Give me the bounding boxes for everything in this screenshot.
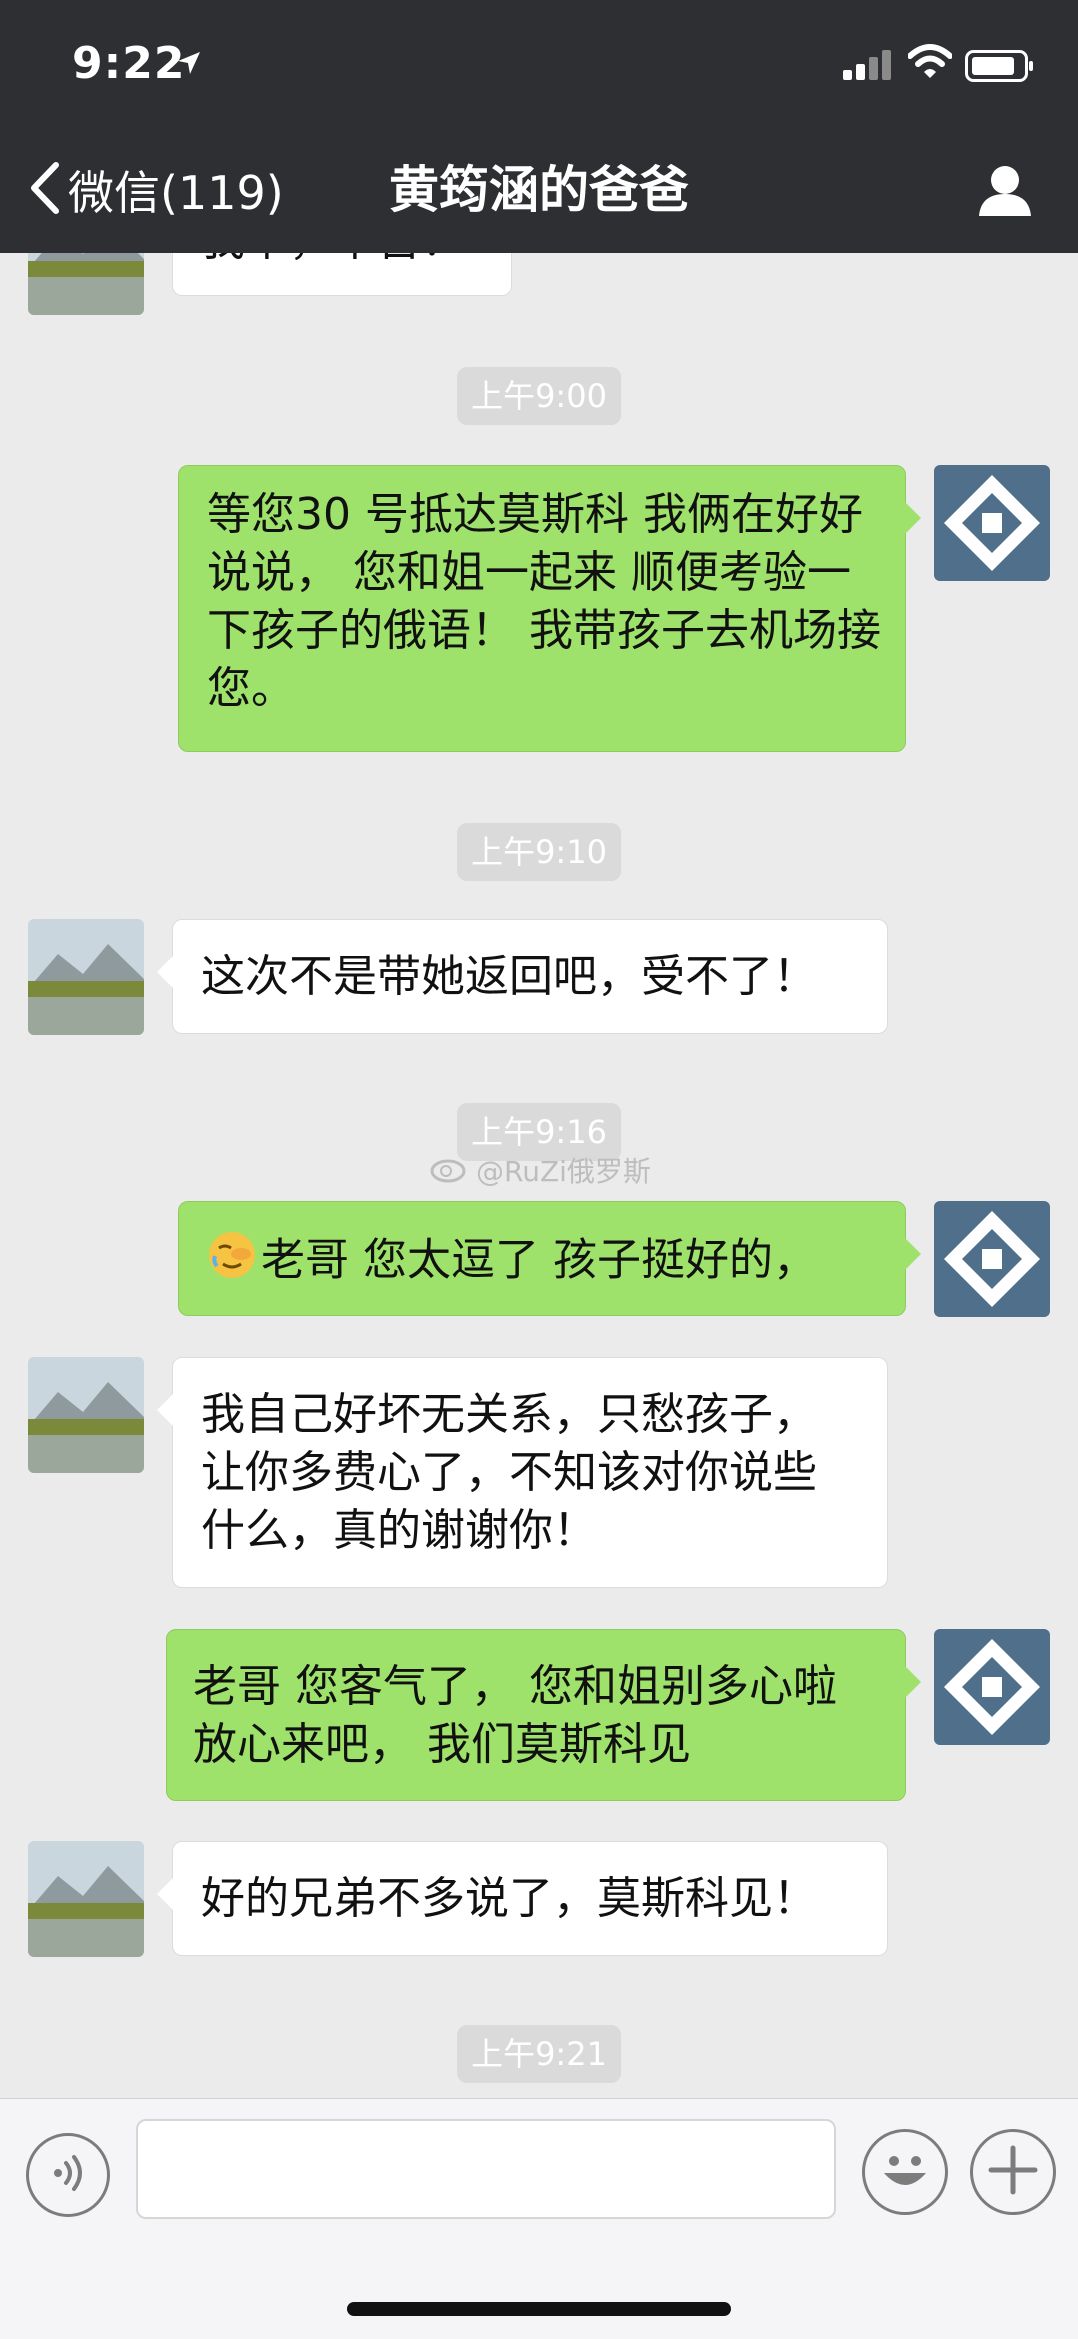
wifi-icon [907,44,953,84]
watermark-text: @RuZi俄罗斯 [476,1155,651,1188]
voice-icon [46,2151,90,2199]
message-text: 好的兄弟不多说了，莫斯科见！ [201,1873,817,1924]
message-bubble-outgoing[interactable]: 老哥 您客气了， 您和姐别多心啦 放心来吧， 我们莫斯科见 [166,1629,921,1801]
watermark: @RuZi俄罗斯 [430,1150,651,1190]
emoji-button[interactable] [862,2129,948,2215]
emoji-icon [870,2135,940,2209]
message-bubble-incoming[interactable]: 好的兄弟不多说了，莫斯科见！ [157,1841,888,1956]
message-input[interactable] [136,2119,836,2219]
message-text: 老哥 您客气了， 您和姐别多心啦 放心来吧， 我们莫斯科见 [193,1661,837,1770]
weibo-icon [430,1151,470,1190]
message-text: 我辛，辛苦！ [201,253,465,266]
message-bubble-incoming[interactable]: 我自己好坏无关系，只愁孩子，让你多费心了，不知该对你说些什么，真的谢谢你！ [157,1357,888,1588]
contact-avatar[interactable] [28,1357,144,1473]
contact-avatar[interactable] [28,253,144,315]
status-time: 9:22 [72,38,186,89]
home-indicator[interactable] [347,2302,731,2316]
message-text: 老哥 您太逗了 孩子挺好的， [261,1234,817,1286]
message-text: 这次不是带她返回吧，受不了！ [201,951,817,1002]
message-bubble-outgoing[interactable]: 老哥 您太逗了 孩子挺好的， [178,1201,921,1316]
my-avatar[interactable] [934,1629,1050,1745]
timestamp: 上午9:21 [457,2025,621,2083]
profile-button[interactable] [975,160,1035,224]
timestamp: 上午9:10 [457,823,621,881]
message-bubble-incoming[interactable]: 这次不是带她返回吧，受不了！ [157,919,888,1034]
profile-icon [975,166,1035,224]
timestamp: 上午9:00 [457,367,621,425]
facepalm-emoji-icon [207,1230,257,1295]
more-button[interactable] [970,2129,1056,2215]
my-avatar[interactable] [934,1201,1050,1317]
battery-icon [965,50,1035,86]
my-avatar[interactable] [934,465,1050,581]
message-bubble-incoming[interactable]: 我辛，辛苦！ [172,253,512,296]
plus-icon [985,2142,1041,2202]
signal-icon [843,50,893,84]
top-bar: 9:22 微信(119) 黄筠涵的爸爸 [0,0,1078,253]
contact-avatar[interactable] [28,919,144,1035]
message-bubble-outgoing[interactable]: 等您30 号抵达莫斯科 我俩在好好说说， 您和姐一起来 顺便考验一下孩子的俄语！… [178,465,921,752]
location-arrow-icon [176,50,202,80]
message-text: 等您30 号抵达莫斯科 我俩在好好说说， 您和姐一起来 顺便考验一下孩子的俄语！… [207,489,881,714]
chat-title: 黄筠涵的爸爸 [389,161,689,219]
message-text: 我自己好坏无关系，只愁孩子，让你多费心了，不知该对你说些什么，真的谢谢你！ [201,1389,817,1556]
contact-avatar[interactable] [28,1841,144,1957]
voice-button[interactable] [26,2133,110,2217]
